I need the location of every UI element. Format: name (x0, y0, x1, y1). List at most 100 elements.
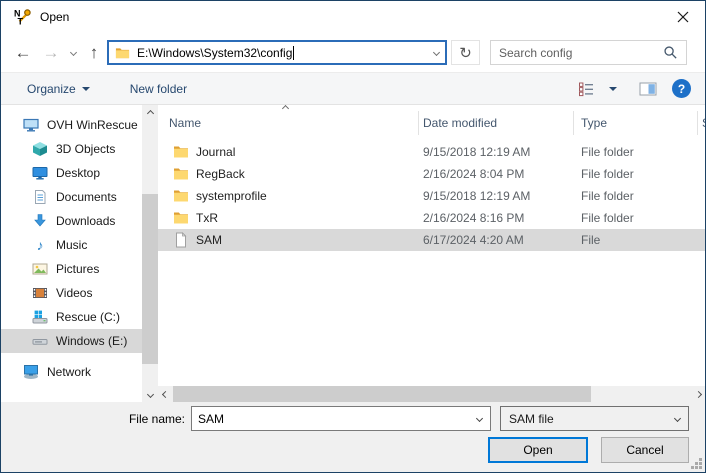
column-label: Size (702, 116, 705, 130)
downloads-icon (32, 213, 48, 229)
sidebar-label: Downloads (56, 214, 115, 228)
sidebar-label: Windows (E:) (56, 334, 127, 348)
file-list: Name Date modified Type Size Journal (158, 105, 705, 402)
resize-grip[interactable] (690, 457, 702, 469)
file-date: 2/16/2024 8:04 PM (423, 167, 581, 181)
view-dropdown-icon[interactable] (609, 87, 617, 91)
open-button-label: Open (523, 443, 552, 457)
column-header-size[interactable]: Size (698, 111, 705, 135)
up-icon: ↑ (90, 43, 99, 63)
sidebar-label: 3D Objects (56, 142, 115, 156)
column-label: Type (581, 116, 607, 130)
sidebar-item-downloads[interactable]: Downloads (1, 209, 142, 233)
file-type: File folder (581, 211, 705, 225)
sidebar-item-music[interactable]: ♪ Music (1, 233, 142, 257)
dialog-content: OVH WinRescue 3D Objects (1, 105, 705, 402)
sidebar-scrollbar[interactable] (142, 105, 158, 402)
file-row-sam[interactable]: SAM 6/17/2024 4:20 AM File (158, 229, 705, 251)
organize-button[interactable]: Organize (17, 73, 100, 104)
refresh-button[interactable]: ↻ (451, 40, 480, 65)
back-icon: ← (15, 43, 32, 63)
cancel-button[interactable]: Cancel (601, 437, 689, 463)
file-name: SAM (196, 233, 222, 247)
file-type-value: SAM file (509, 412, 554, 426)
sidebar-item-3d-objects[interactable]: 3D Objects (1, 137, 142, 161)
file-name: RegBack (196, 167, 245, 181)
file-date: 9/15/2018 12:19 AM (423, 189, 581, 203)
back-button[interactable]: ← (11, 33, 35, 72)
up-button[interactable]: ↑ (82, 33, 106, 72)
sidebar-item-documents[interactable]: Documents (1, 185, 142, 209)
sidebar-label: OVH WinRescue (47, 118, 138, 132)
file-row-regback[interactable]: RegBack 2/16/2024 8:04 PM File folder (158, 163, 705, 185)
close-button[interactable] (660, 1, 705, 32)
file-icon (173, 232, 189, 248)
filelist-horizontal-scrollbar[interactable] (158, 386, 705, 402)
chevron-right-icon (694, 390, 701, 397)
sidebar-item-rescue-c[interactable]: Rescue (C:) (1, 305, 142, 329)
file-rows: Journal 9/15/2018 12:19 AM File folder R… (158, 141, 705, 251)
3d-objects-icon (32, 141, 48, 157)
forward-button[interactable]: → (39, 33, 63, 72)
sidebar-item-videos[interactable]: Videos (1, 281, 142, 305)
column-header-date-modified[interactable]: Date modified (419, 111, 574, 135)
search-box[interactable] (490, 40, 687, 65)
sidebar-item-desktop[interactable]: Desktop (1, 161, 142, 185)
desktop-icon (32, 165, 48, 181)
chevron-up-icon (146, 109, 153, 116)
new-folder-button[interactable]: New folder (120, 73, 197, 104)
column-label: Name (169, 116, 201, 130)
file-name-combobox[interactable] (191, 406, 491, 431)
folder-icon (115, 46, 130, 60)
combobox-dropdown-icon[interactable] (476, 415, 483, 422)
address-bar[interactable]: E:\Windows\System32\config (107, 40, 447, 65)
recent-locations-button[interactable] (64, 33, 82, 72)
scroll-down-button[interactable] (142, 386, 158, 402)
sidebar-label: Rescue (C:) (56, 310, 120, 324)
file-type-select[interactable]: SAM file (500, 406, 689, 431)
select-dropdown-icon (674, 415, 681, 422)
file-row-txr[interactable]: TxR 2/16/2024 8:16 PM File folder (158, 207, 705, 229)
sidebar-item-pictures[interactable]: Pictures (1, 257, 142, 281)
scroll-left-button[interactable] (158, 386, 172, 402)
file-type: File folder (581, 167, 705, 181)
scroll-up-button[interactable] (142, 105, 158, 121)
command-toolbar: Organize New folder ? (1, 72, 705, 105)
search-input[interactable] (499, 46, 663, 60)
folder-icon (173, 188, 189, 204)
details-view-icon[interactable] (578, 81, 595, 97)
forward-icon: → (43, 43, 60, 63)
help-button[interactable]: ? (672, 79, 691, 98)
sidebar-label: Music (56, 238, 87, 252)
sidebar-item-windows-e[interactable]: Windows (E:) (1, 329, 142, 353)
open-button[interactable]: Open (488, 437, 588, 463)
address-dropdown-icon[interactable] (433, 49, 440, 56)
pictures-icon (32, 261, 48, 277)
column-headers: Name Date modified Type Size (158, 105, 705, 135)
sidebar-item-network[interactable]: Network (1, 360, 142, 384)
computer-icon (23, 117, 39, 133)
close-icon (677, 11, 689, 23)
folder-icon (173, 144, 189, 160)
folder-icon (173, 166, 189, 182)
file-date: 9/15/2018 12:19 AM (423, 145, 581, 159)
file-name-input[interactable] (192, 412, 477, 426)
scrollbar-thumb[interactable] (173, 386, 591, 402)
search-icon (663, 45, 678, 60)
file-type: File folder (581, 145, 705, 159)
file-row-systemprofile[interactable]: systemprofile 9/15/2018 12:19 AM File fo… (158, 185, 705, 207)
scrollbar-thumb[interactable] (142, 194, 158, 364)
folder-icon (173, 210, 189, 226)
sidebar-item-this-pc[interactable]: OVH WinRescue (1, 113, 142, 137)
music-icon: ♪ (32, 237, 48, 253)
documents-icon (32, 189, 48, 205)
preview-pane-icon[interactable] (639, 81, 658, 97)
sidebar-label: Videos (56, 286, 92, 300)
titlebar[interactable]: N T Open (1, 1, 705, 33)
scroll-right-button[interactable] (691, 386, 705, 402)
file-row-journal[interactable]: Journal 9/15/2018 12:19 AM File folder (158, 141, 705, 163)
column-header-name[interactable]: Name (158, 111, 419, 135)
column-header-type[interactable]: Type (574, 111, 698, 135)
window-title: Open (40, 10, 69, 24)
navigation-pane: OVH WinRescue 3D Objects (1, 105, 142, 402)
